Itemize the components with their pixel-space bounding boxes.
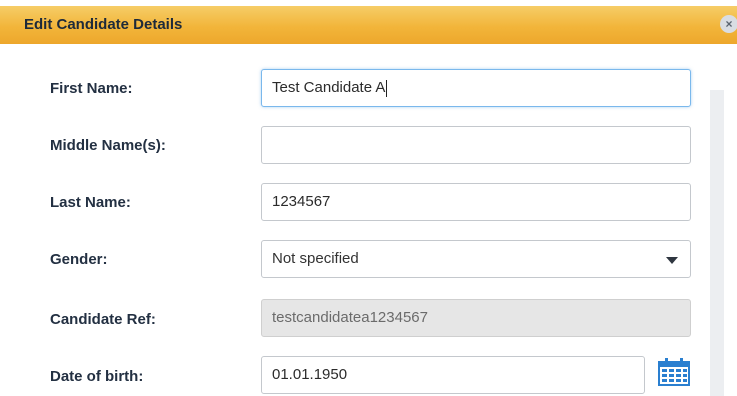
dialog-titlebar: Edit Candidate Details × [0,6,737,44]
chevron-down-icon [666,257,678,264]
date-of-birth-field[interactable]: 01.01.1950 [261,356,645,394]
gender-label: Gender: [50,251,108,268]
last-name-label: Last Name: [50,194,131,211]
last-name-field[interactable]: 1234567 [261,183,691,221]
dialog-scrollbar[interactable] [710,90,724,396]
first-name-value: Test Candidate A [272,79,386,96]
gender-select[interactable]: Not specified [261,240,691,278]
dialog-title: Edit Candidate Details [24,16,183,33]
date-of-birth-label: Date of birth: [50,368,144,385]
candidate-ref-label: Candidate Ref: [50,311,156,328]
first-name-field[interactable]: Test Candidate A [261,69,691,107]
calendar-icon[interactable] [658,358,690,386]
close-icon[interactable]: × [720,15,737,33]
candidate-ref-field: testcandidatea1234567 [261,299,691,337]
first-name-label: First Name: [50,80,133,97]
text-cursor [386,79,388,97]
middle-names-field[interactable] [261,126,691,164]
edit-candidate-dialog: Edit Candidate Details × First Name: Tes… [0,0,737,396]
middle-names-label: Middle Name(s): [50,137,166,154]
gender-selected-value: Not specified [272,250,359,267]
